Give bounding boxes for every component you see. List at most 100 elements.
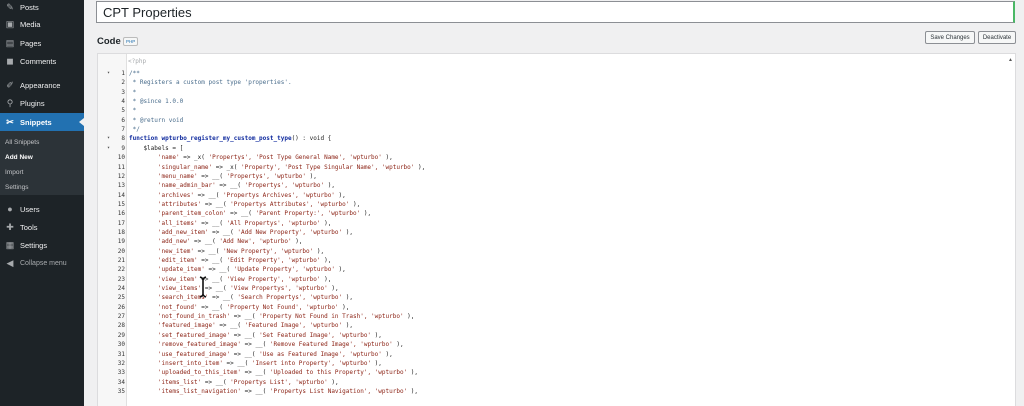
sidebar-item-label: Tools	[20, 222, 38, 232]
submenu-add-new[interactable]: Add New	[5, 154, 33, 161]
sidebar-item-posts[interactable]: ✎ Posts	[0, 0, 84, 16]
sidebar-item-appearance[interactable]: ✐ Appearance	[0, 76, 84, 94]
code-token: ),	[371, 359, 382, 367]
code-line: 13 'name_admin_bar' => __( 'Propertys', …	[98, 181, 1015, 190]
line-number: 13	[117, 182, 125, 190]
sidebar-item-plugins[interactable]: ⚲ Plugins	[0, 94, 84, 112]
code-line: 22 'update_item' => __( 'Update Property…	[98, 265, 1015, 274]
code-line: 24 'view_items' => __( 'View Propertys',…	[98, 284, 1015, 293]
code-token: 'Edit Property', 'wpturbo'	[226, 257, 321, 264]
code-editor[interactable]: <?php ▲ 1 ▾/** 2 * Registers a custom post…	[97, 53, 1016, 406]
code-line: 17 'all_items' => __( 'All Propertys', '…	[98, 219, 1015, 228]
code-token: 'Property', 'Post Type Singular Name', '…	[241, 163, 415, 171]
code-section-label: Code	[97, 36, 121, 47]
code-text: 'use_featured_image' => __( 'Use as Feat…	[129, 350, 393, 359]
code-token: ),	[360, 210, 372, 218]
php-badge: PHP	[123, 37, 139, 46]
code-token: => __(	[208, 228, 238, 236]
fold-toggle-icon[interactable]: ▾	[107, 134, 110, 143]
code-text: 'uploaded_to_this_item' => __( 'Uploaded…	[129, 368, 418, 377]
code-token: ),	[407, 369, 419, 377]
code-text: 'remove_featured_image' => __( 'Remove F…	[129, 340, 404, 349]
sidebar-item-tools[interactable]: ✚ Tools	[0, 218, 84, 236]
submenu-import[interactable]: Import	[5, 169, 23, 176]
submenu-settings[interactable]: Settings	[5, 184, 29, 191]
sidebar-item-label: Users	[20, 204, 40, 214]
code-token: 'parent_item_colon'	[157, 210, 227, 218]
snippet-title-input[interactable]: CPT Properties	[96, 1, 1015, 23]
code-token: 'menu_name'	[157, 172, 198, 180]
code-token: () : void {	[291, 135, 332, 143]
line-number: 24	[117, 285, 125, 293]
code-text: 'add_new' => __( 'Add New', 'wpturbo' ),	[129, 237, 303, 246]
fold-toggle-icon[interactable]: ▾	[107, 69, 110, 78]
code-line: 3 *	[98, 88, 1015, 97]
scissors-icon: ✂	[6, 116, 14, 127]
code-token: 'items_list_navigation'	[157, 387, 241, 395]
code-token: 'Set Featured Image', 'wpturbo'	[259, 331, 372, 339]
line-number: 22	[117, 266, 125, 274]
line-number: 32	[117, 359, 125, 367]
sidebar-item-snippets[interactable]: ✂ Snippets	[0, 113, 84, 131]
code-text: 'items_list_navigation' => __( 'Property…	[129, 387, 418, 396]
code-line: 14 'archives' => __( 'Propertys Archives…	[98, 191, 1015, 200]
code-text: 'items_list' => __( 'Propertys List', 'w…	[129, 378, 339, 387]
submenu-all-snippets[interactable]: All Snippets	[5, 139, 39, 146]
code-token: 'remove_featured_image'	[157, 341, 241, 349]
line-number: 8	[121, 135, 125, 143]
code-token: function	[129, 135, 162, 143]
code-token: * Registers a custom post type 'properti…	[129, 79, 292, 87]
code-token: 'Propertys Attributes', 'wpturbo'	[230, 200, 350, 208]
code-token: wpturbo_register_my_custom_post_type	[161, 135, 292, 143]
sidebar-item-label: Settings	[20, 240, 48, 250]
sidebar-item-users[interactable]: ● Users	[0, 200, 84, 218]
code-token: 'add_new_item'	[157, 228, 209, 236]
deactivate-button[interactable]: Deactivate	[978, 31, 1016, 44]
save-changes-button[interactable]: Save Changes	[925, 31, 975, 44]
sidebar-item-label: Plugins	[20, 98, 45, 108]
code-token: 'New Property', 'wpturbo'	[222, 247, 314, 255]
sidebar-item-settings[interactable]: ▦ Settings	[0, 236, 84, 254]
code-token: 'View Propertys', 'wpturbo'	[230, 285, 328, 293]
sidebar-item-media[interactable]: ▣ Media	[0, 15, 84, 33]
settings-icon: ▦	[5, 239, 15, 250]
pages-icon: ▤	[5, 37, 15, 48]
line-number: 23	[117, 275, 125, 283]
code-token: => __(	[230, 350, 260, 358]
code-token: 'Property Not Found in Trash', 'wpturbo'	[259, 313, 404, 321]
code-token: ),	[381, 350, 393, 358]
line-number: 30	[117, 341, 125, 349]
media-icon: ▣	[5, 18, 15, 29]
fold-toggle-icon[interactable]: ▾	[107, 144, 110, 153]
code-token: => __(	[230, 331, 260, 339]
line-number: 33	[117, 369, 125, 377]
code-line: 5 *	[98, 106, 1015, 115]
code-text: 'singular_name' => _x( 'Property', 'Post…	[129, 163, 425, 172]
code-text: 'search_items' => __( 'Search Propertys'…	[129, 293, 353, 302]
collapse-menu-button[interactable]: ◀ Collapse menu	[0, 255, 84, 271]
active-indicator	[79, 118, 84, 126]
code-token: ),	[313, 247, 325, 255]
code-text: */	[129, 125, 140, 134]
code-line: 7 */	[98, 125, 1015, 134]
line-number: 19	[117, 238, 125, 246]
sidebar-item-comments[interactable]: ◼ Comments	[0, 52, 84, 70]
code-token: * @return void	[129, 116, 184, 124]
code-text: 'name_admin_bar' => __( 'Propertys', 'wp…	[129, 181, 335, 190]
line-number: 12	[117, 172, 125, 180]
code-text: *	[129, 106, 137, 115]
code-token: 'edit_item'	[157, 257, 198, 264]
line-number: 27	[117, 313, 125, 321]
code-text: * Registers a custom post type 'properti…	[129, 78, 292, 87]
line-number: 10	[117, 154, 125, 162]
scroll-up-icon[interactable]: ▲	[1008, 57, 1013, 63]
code-text: 'all_items' => __( 'All Propertys', 'wpt…	[129, 219, 331, 228]
sidebar-item-pages[interactable]: ▤ Pages	[0, 34, 84, 52]
code-line: 9 ▾ $labels = [	[98, 144, 1015, 153]
code-token: 'all_items'	[157, 219, 198, 227]
code-token: 'Propertys', 'wpturbo'	[244, 182, 325, 190]
code-line: 28 'featured_image' => __( 'Featured Ima…	[98, 321, 1015, 330]
